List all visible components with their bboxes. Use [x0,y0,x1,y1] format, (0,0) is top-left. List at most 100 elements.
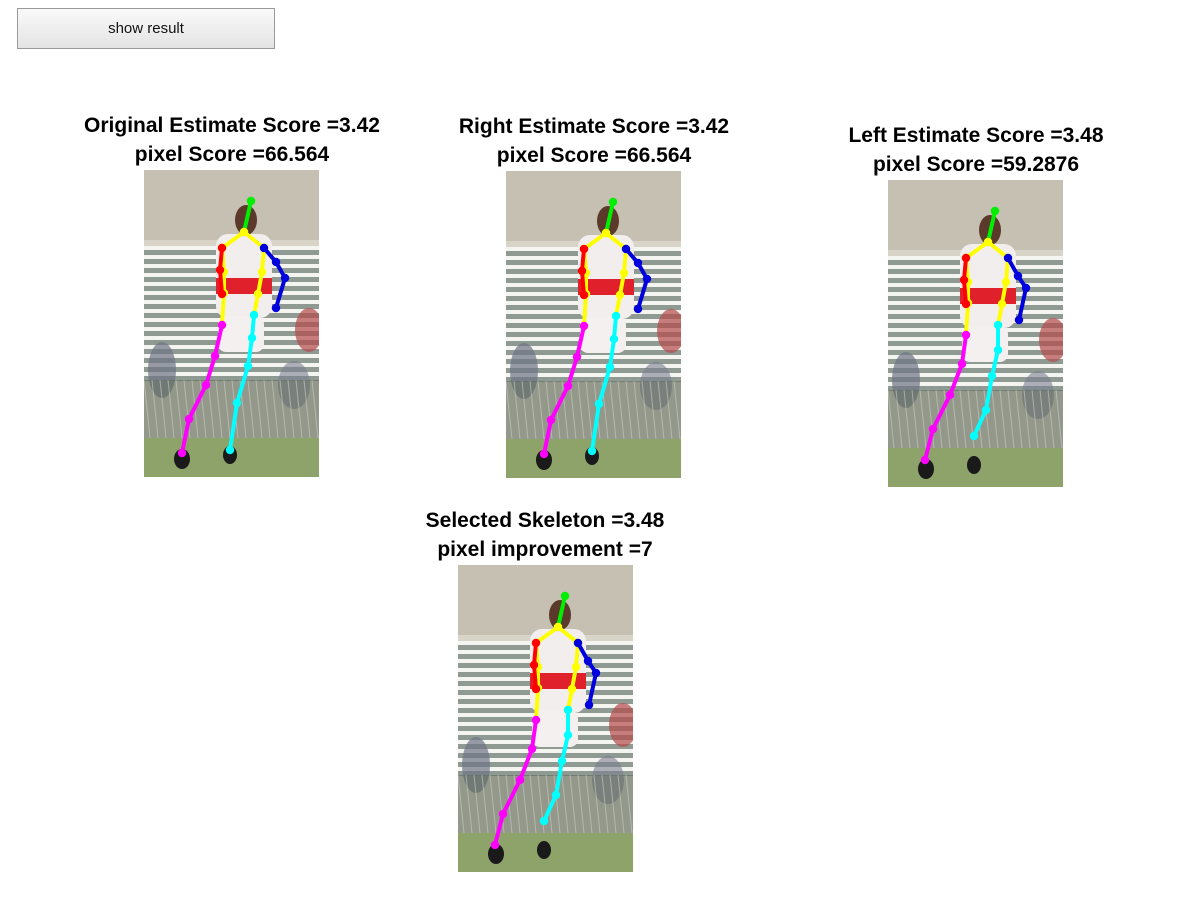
left-leg-joint [969,431,979,441]
left-arm-joint [1021,283,1031,293]
right-arm-joint [579,290,589,300]
right-estimate-title: Right Estimate Score =3.42 pixel Score =… [424,112,764,170]
selected-pixel-improvement: pixel improvement =7 [437,538,653,561]
right-arm-joint [531,684,541,694]
right-leg-joint [957,359,967,369]
torso-joint [997,299,1007,309]
torso-joint [615,290,625,300]
left-leg-joint [243,361,253,371]
right-pixel-score: pixel Score =66.564 [496,144,692,167]
head-joint [560,591,570,601]
head-joint [990,206,1000,216]
right-leg-joint [945,390,955,400]
right-arm-joint [961,299,971,309]
right-leg-joint [961,330,971,340]
left-leg-joint [605,362,615,372]
right-leg-joint [210,351,220,361]
torso-joint [601,228,611,238]
torso-joint [1001,277,1011,287]
left-arm-joint [280,273,290,283]
right-leg-joint [928,424,938,434]
left-arm-joint [271,257,281,267]
right-estimate-score: Right Estimate Score =3.42 [458,115,730,138]
photo-background [888,180,1063,487]
right-arm-joint [215,265,225,275]
left-leg-joint [563,730,573,740]
left-arm-joint [583,656,593,666]
right-arm-joint [579,244,589,254]
left-arm-joint [642,274,652,284]
right-leg-joint [579,321,589,331]
right-leg-joint [546,415,556,425]
left-arm-joint [591,668,601,678]
original-pixel-score: pixel Score =66.564 [134,143,330,166]
left-leg-joint [609,334,619,344]
selected-skeleton-score: Selected Skeleton =3.48 [425,509,665,532]
head-joint [246,196,256,206]
right-leg-joint [498,809,508,819]
right-leg-joint [490,840,500,850]
right-arm-joint [961,253,971,263]
left-leg-joint [993,320,1003,330]
torso-joint [983,237,993,247]
right-leg-joint [515,775,525,785]
show-result-button[interactable]: show result [17,8,275,49]
right-leg-joint [177,448,187,458]
right-arm-joint [959,275,969,285]
left-arm-joint [1003,253,1013,263]
right-leg-joint [531,715,541,725]
selected-skeleton-title: Selected Skeleton =3.48 pixel improvemen… [375,506,715,564]
left-leg-joint [611,311,621,321]
left-leg-joint [563,705,573,715]
left-arm-joint [1013,271,1023,281]
left-estimate-image [888,180,1063,487]
left-leg-joint [249,310,259,320]
torso-joint [253,289,263,299]
torso-joint [567,684,577,694]
original-estimate-image [144,170,319,477]
left-leg-joint [247,333,257,343]
left-leg-joint [993,345,1003,355]
left-leg-joint [225,445,235,455]
left-leg-joint [557,756,567,766]
right-estimate-image [506,171,681,478]
left-arm-joint [271,303,281,313]
right-arm-joint [217,243,227,253]
right-leg-joint [217,320,227,330]
original-estimate-score: Original Estimate Score =3.42 [84,114,380,137]
left-pixel-score: pixel Score =59.2876 [872,153,1080,176]
left-arm-joint [1014,315,1024,325]
right-leg-joint [920,455,930,465]
left-estimate-score: Left Estimate Score =3.48 [848,124,1104,147]
left-leg-joint [539,816,549,826]
right-leg-joint [572,352,582,362]
right-leg-joint [201,380,211,390]
torso-joint [257,267,267,277]
original-estimate-title: Original Estimate Score =3.42 pixel Scor… [62,111,402,169]
right-leg-joint [184,414,194,424]
left-leg-joint [594,399,604,409]
left-arm-joint [573,638,583,648]
right-leg-joint [527,744,537,754]
right-leg-joint [539,449,549,459]
left-leg-joint [981,405,991,415]
right-leg-joint [563,381,573,391]
left-arm-joint [633,258,643,268]
left-arm-joint [633,304,643,314]
left-estimate-title: Left Estimate Score =3.48 pixel Score =5… [806,121,1146,179]
right-arm-joint [531,638,541,648]
left-leg-joint [987,371,997,381]
right-arm-joint [577,266,587,276]
head-joint [608,197,618,207]
left-arm-joint [259,243,269,253]
right-arm-joint [529,660,539,670]
left-arm-joint [584,700,594,710]
torso-joint [619,268,629,278]
left-leg-joint [587,446,597,456]
left-leg-joint [551,790,561,800]
figure-window: show result Original Estimate Score =3.4… [0,0,1200,900]
torso-joint [571,662,581,672]
left-arm-joint [621,244,631,254]
torso-joint [553,622,563,632]
torso-joint [239,227,249,237]
